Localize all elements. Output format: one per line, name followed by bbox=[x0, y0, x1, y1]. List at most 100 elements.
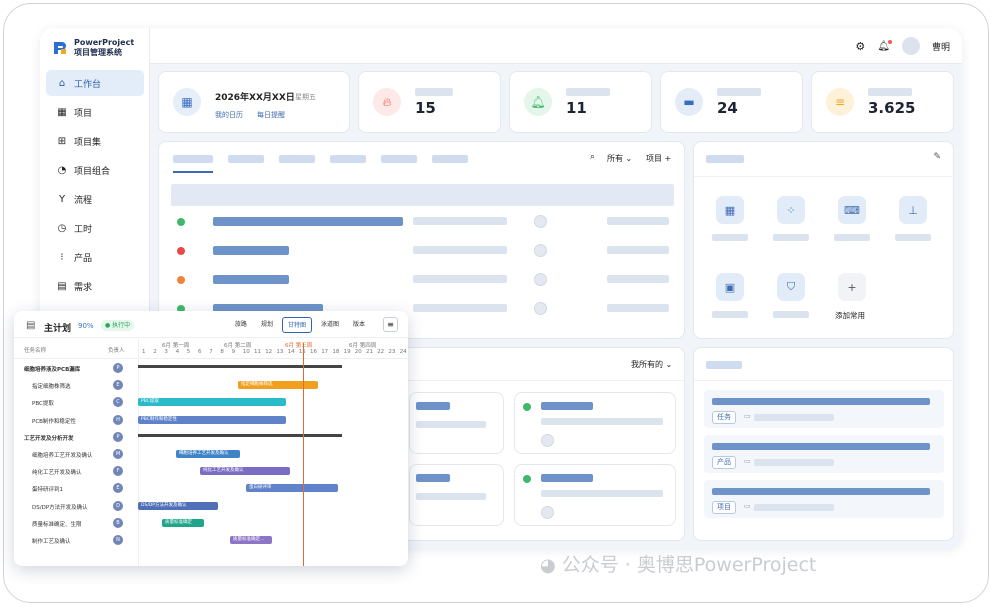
menu-icon[interactable]: ≡ bbox=[383, 317, 398, 332]
tab-6[interactable] bbox=[432, 155, 468, 163]
owner-avatar: D bbox=[113, 500, 123, 511]
list-item[interactable]: 任务 ▭ bbox=[704, 390, 944, 428]
gantt-task-name: DS/DP方法开发及确认 bbox=[32, 504, 88, 511]
task-bar[interactable]: 质量标准确定 bbox=[162, 518, 204, 527]
gantt-row[interactable]: PBC提取 C PBC提取 bbox=[14, 394, 408, 411]
list-item[interactable]: 产品 ▭ bbox=[704, 435, 944, 473]
task-bar[interactable]: 细胞培养工艺开发及确认 bbox=[176, 450, 240, 458]
tab-2[interactable] bbox=[228, 155, 264, 163]
tab-3[interactable] bbox=[279, 155, 315, 163]
tab-planning[interactable]: 规划 bbox=[256, 317, 278, 333]
date-card: ▦ 2026年XX月XX日 星期五 我的日历 每日提醒 bbox=[158, 71, 350, 133]
search-icon[interactable]: ⌕ bbox=[590, 152, 595, 162]
tab-gantt[interactable]: 甘特图 bbox=[281, 317, 312, 333]
sidebar-item-requirement[interactable]: ▤ 需求 bbox=[46, 273, 144, 299]
document-icon[interactable]: ▣ bbox=[716, 273, 744, 301]
item-card[interactable] bbox=[409, 392, 504, 454]
tab-4[interactable] bbox=[330, 155, 366, 163]
add-favorite-label[interactable]: 添加常用 bbox=[835, 310, 865, 321]
task-bar[interactable]: PBC制作和稳定性 bbox=[138, 415, 286, 424]
gantt-row[interactable]: 细胞培养液及PCB漏库 P bbox=[14, 360, 408, 377]
gantt-task-name: 细胞培养液及PCB漏库 bbox=[24, 367, 81, 373]
gantt-row[interactable]: 制作工艺及确认 N 质量标准确定... bbox=[14, 532, 408, 549]
day-tick: 9 bbox=[231, 349, 236, 355]
gantt-task-name: 工艺开发及分析开发 bbox=[24, 435, 74, 442]
summary-bar[interactable] bbox=[138, 433, 342, 437]
project-add[interactable]: 项目 + bbox=[646, 153, 671, 164]
owner-avatar: E bbox=[113, 380, 123, 391]
plan-title: 主计划 bbox=[44, 324, 72, 334]
task-bar[interactable]: 质量标准确定... bbox=[230, 536, 272, 544]
col-task-name: 任务名称 bbox=[24, 348, 47, 354]
sidebar-item-portfolio[interactable]: ◔ 项目组合 bbox=[46, 157, 144, 183]
gantt-row[interactable]: 工艺开发及分析开发 P bbox=[14, 429, 408, 446]
gantt-row[interactable]: 蛋特研评到1 E 蛋白研评审 bbox=[14, 480, 408, 497]
stat-value: 15 bbox=[415, 99, 436, 117]
org-chart-icon[interactable]: ⊥ bbox=[899, 196, 927, 224]
topbar: ⚙ 🔔︎ 曹明 bbox=[150, 28, 962, 64]
tab-1[interactable] bbox=[173, 155, 213, 163]
gantt-row[interactable]: 质量标准确定、生限 B 质量标准确定 bbox=[14, 515, 408, 532]
day-tick: 24 bbox=[399, 349, 407, 355]
item-card[interactable] bbox=[409, 464, 504, 526]
item-card[interactable] bbox=[514, 464, 676, 526]
tab-version[interactable]: 版本 bbox=[348, 317, 370, 333]
sidebar-item-label: 工时 bbox=[74, 224, 93, 235]
bell-icon[interactable]: 🔔︎ bbox=[877, 39, 892, 52]
logo[interactable]: PowerProject 项目管理系统 bbox=[52, 38, 134, 58]
gantt-row[interactable]: 指定细胞株筛选 E 指定细胞株筛选 bbox=[14, 377, 408, 394]
task-bar[interactable]: 蛋白研评审 bbox=[246, 484, 338, 493]
sidebar-item-product[interactable]: ⁝ 产品 bbox=[46, 244, 144, 270]
list-item[interactable]: 项目 ▭ bbox=[704, 480, 944, 518]
code-icon[interactable]: ⌨ bbox=[838, 196, 866, 224]
user-name[interactable]: 曹明 bbox=[932, 40, 950, 53]
stat-card-3[interactable]: ▬ 24 bbox=[660, 71, 803, 133]
task-bar[interactable]: 指定细胞株筛选 bbox=[238, 381, 318, 390]
owner-avatar: C bbox=[113, 397, 123, 408]
filter-dropdown[interactable]: 所有 ⌄ bbox=[607, 153, 632, 164]
stat-card-1[interactable]: 🔥︎ 15 bbox=[358, 71, 501, 133]
gear-icon[interactable]: ⚙ bbox=[855, 40, 865, 53]
sidebar-item-workbench[interactable]: ⌂ 工作台 bbox=[46, 70, 144, 96]
task-bar[interactable]: 纯化工艺开发及确认 bbox=[200, 467, 290, 476]
my-calendar-link[interactable]: 我的日历 bbox=[215, 110, 243, 120]
tab-5[interactable] bbox=[381, 155, 417, 163]
avatar[interactable] bbox=[901, 37, 920, 55]
sidebar-item-flow[interactable]: Y 流程 bbox=[46, 186, 144, 212]
mine-filter-dropdown[interactable]: 我所有的 ⌄ bbox=[631, 359, 672, 370]
day-tick: 4 bbox=[175, 349, 180, 355]
gantt-row[interactable]: PCB制作和稳定性 H PBC制作和稳定性 bbox=[14, 412, 408, 429]
tab-swimlane[interactable]: 泳道图 bbox=[316, 317, 344, 333]
add-icon[interactable]: + bbox=[838, 273, 866, 301]
sidebar-item-program[interactable]: ⊞ 项目集 bbox=[46, 128, 144, 154]
apps-icon[interactable]: ⁘ bbox=[777, 196, 805, 224]
day-tick: 22 bbox=[377, 349, 385, 355]
brand-en: PowerProject bbox=[74, 38, 135, 47]
stat-label-placeholder bbox=[566, 88, 610, 96]
day-tick: 3 bbox=[164, 349, 168, 355]
task-bar[interactable]: PBC提取 bbox=[138, 398, 286, 407]
day-tick: 5 bbox=[186, 349, 191, 355]
daily-reminder-link[interactable]: 每日提醒 bbox=[257, 110, 285, 120]
stat-card-4[interactable]: ≡ 3.625 bbox=[811, 71, 954, 133]
day-tick: 20 bbox=[354, 349, 362, 355]
stat-card-2[interactable]: 🔔︎ 11 bbox=[509, 71, 652, 133]
sidebar-item-timesheet[interactable]: ◷ 工时 bbox=[46, 215, 144, 241]
shield-icon[interactable]: ⛉ bbox=[777, 273, 805, 301]
edit-icon[interactable]: ✎ bbox=[933, 152, 941, 162]
gantt-row[interactable]: 细胞培养工艺开发及确认 M 细胞培养工艺开发及确认 bbox=[14, 446, 408, 463]
col-owner: 负责人 bbox=[108, 348, 125, 354]
sidebar-item-label: 工作台 bbox=[74, 79, 102, 90]
week-label: 6月 第一周 bbox=[162, 343, 190, 349]
sidebar-item-project[interactable]: ▦ 项目 bbox=[46, 99, 144, 125]
task-bar[interactable]: DS/DP方法开发及确认 bbox=[138, 501, 218, 510]
product-icon: ⁝ bbox=[60, 251, 64, 263]
gantt-row[interactable]: 纯化工艺开发及确认 F 纯化工艺开发及确认 bbox=[14, 463, 408, 480]
calendar-app-icon[interactable]: ▦ bbox=[716, 196, 744, 224]
item-card[interactable] bbox=[514, 392, 676, 454]
tab-journey[interactable]: 旅路 bbox=[230, 317, 252, 333]
day-tick: 7 bbox=[209, 349, 213, 355]
summary-bar[interactable] bbox=[138, 365, 342, 368]
week-label: 6月 第三周 bbox=[285, 343, 313, 349]
gantt-row[interactable]: DS/DP方法开发及确认 D DS/DP方法开发及确认 bbox=[14, 498, 408, 515]
